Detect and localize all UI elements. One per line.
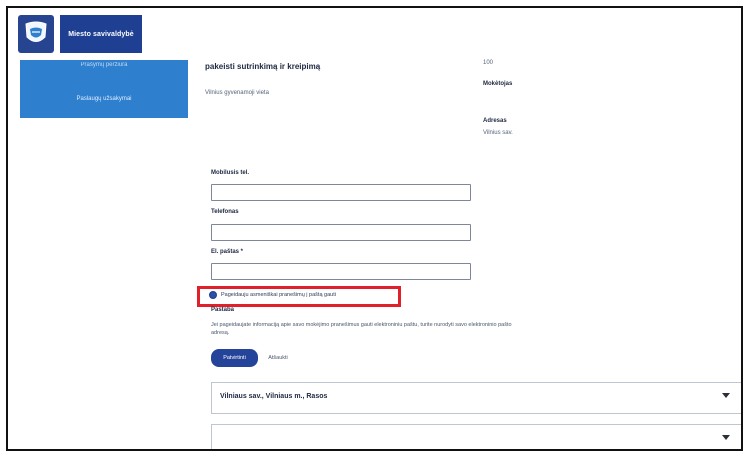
address-label: Adresas <box>483 118 507 124</box>
accordion-label: Vilniaus sav., Vilniaus m., Rasos <box>220 393 328 400</box>
payer-label: Mokėtojas <box>483 81 513 87</box>
chevron-down-icon[interactable] <box>722 393 730 398</box>
empty-accordion[interactable] <box>211 424 741 449</box>
consent-checkbox-row[interactable]: Pageidauju asmeniškai pranešimų į paštą … <box>209 291 336 299</box>
address-accordion[interactable]: Vilniaus sav., Vilniaus m., Rasos <box>211 382 741 414</box>
email-label: El. paštas * <box>211 249 244 255</box>
main-content: pakeisti sutrinkimą ir kreipimą Vilnius … <box>197 48 741 449</box>
email-input[interactable] <box>211 263 471 280</box>
phone-label: Telefonas <box>211 209 239 215</box>
app-window: Miesto savivaldybė Prašymų peržiūra Pasl… <box>6 6 743 451</box>
sidebar: Prašymų peržiūra Paslaugų užsakymai <box>20 60 188 118</box>
sidebar-item-orders[interactable]: Paslaugų užsakymai <box>20 96 188 102</box>
confirm-button[interactable]: Patvirtinti <box>211 349 258 367</box>
mobile-label: Mobilusis tel. <box>211 170 250 176</box>
site-title[interactable]: Miesto savivaldybė <box>60 15 142 53</box>
coat-of-arms-icon[interactable] <box>18 15 54 53</box>
note-title: Pastaba <box>211 307 235 313</box>
mobile-input[interactable] <box>211 184 471 201</box>
checkbox[interactable] <box>209 291 217 299</box>
address-value: Vilnius sav. <box>483 130 513 136</box>
header: Miesto savivaldybė <box>8 8 188 60</box>
record-id: 100 <box>483 60 494 66</box>
consent-label: Pageidauju asmeniškai pranešimų į paštą … <box>221 292 336 298</box>
page-subtitle: Vilnius gyvenamoji vieta <box>205 90 269 96</box>
sidebar-item-requests[interactable]: Prašymų peržiūra <box>20 62 188 68</box>
note-text: Jei pageidaujate informaciją apie savo m… <box>211 322 512 336</box>
chevron-down-icon[interactable] <box>722 435 730 440</box>
cancel-button[interactable]: Atšaukti <box>263 351 293 365</box>
page-title: pakeisti sutrinkimą ir kreipimą <box>205 62 321 71</box>
phone-input[interactable] <box>211 224 471 241</box>
